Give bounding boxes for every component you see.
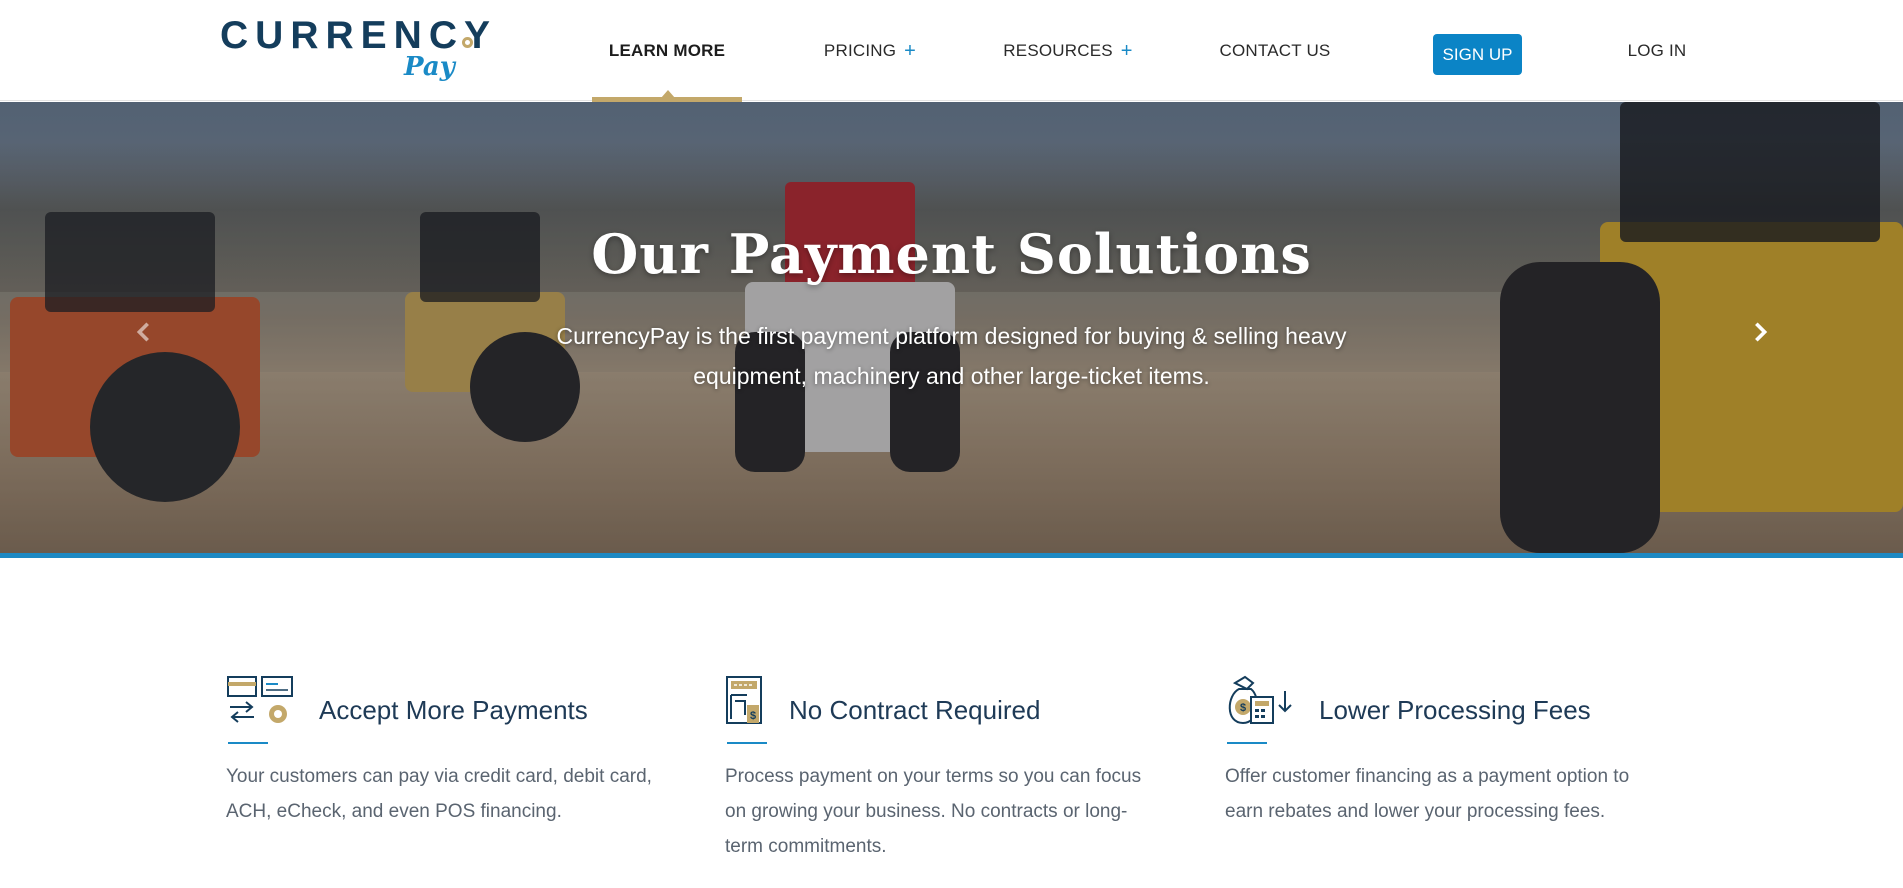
nav-pricing[interactable]: PRICING +	[815, 0, 925, 101]
nav-resources-label: RESOURCES	[1003, 40, 1113, 60]
money-bag-calculator-icon: $	[1228, 675, 1292, 725]
feature-text: Your customers can pay via credit card, …	[226, 766, 652, 822]
log-in-label: LOG IN	[1627, 40, 1687, 60]
nav-learn-more-label: LEARN MORE	[608, 40, 726, 60]
feature-text: Offer customer financing as a payment op…	[1225, 766, 1630, 822]
nav-resources[interactable]: RESOURCES +	[1003, 0, 1133, 101]
sign-up-button[interactable]: SIGN UP	[1433, 34, 1522, 75]
payment-methods-icon	[227, 676, 293, 723]
currencypay-logo[interactable]: CURRENCY Pay	[220, 14, 490, 84]
feature-divider	[1227, 742, 1267, 744]
hero-bottom-bar	[0, 553, 1903, 558]
feature-title: Lower Processing Fees	[1319, 695, 1591, 725]
logo-dot-icon	[462, 37, 473, 48]
plus-icon: +	[1120, 39, 1133, 62]
site-header: CURRENCY Pay LEARN MORE PRICING + RESOUR…	[0, 0, 1903, 102]
feature-divider	[727, 742, 767, 744]
nav-learn-more[interactable]: LEARN MORE	[592, 0, 742, 101]
feature-divider	[228, 742, 268, 744]
logo-subword: Pay	[404, 52, 455, 82]
feature-title: No Contract Required	[789, 695, 1041, 725]
nav-contact-us[interactable]: CONTACT US	[1215, 0, 1335, 101]
hero-carousel: Our Payment Solutions CurrencyPay is the…	[0, 102, 1903, 553]
feature-title: Accept More Payments	[319, 695, 588, 725]
nav-contact-us-label: CONTACT US	[1219, 40, 1331, 60]
chevron-right-icon	[1755, 322, 1768, 342]
nav-pricing-label: PRICING	[823, 40, 897, 60]
log-in-link[interactable]: LOG IN	[1612, 0, 1702, 101]
svg-text:$: $	[750, 710, 756, 722]
logo-wordmark: CURRENCY	[220, 14, 498, 57]
feature-text: Process payment on your terms so you can…	[725, 766, 1142, 857]
carousel-prev-button[interactable]	[124, 312, 164, 352]
chevron-left-icon	[136, 322, 149, 342]
plus-icon: +	[904, 39, 917, 62]
carousel-next-button[interactable]	[1740, 312, 1780, 352]
hero-subtitle: CurrencyPay is the first payment platfor…	[556, 323, 1347, 389]
contract-document-icon: $	[726, 676, 762, 724]
svg-text:$: $	[1240, 702, 1246, 714]
hero-title: Our Payment Solutions	[591, 222, 1312, 286]
